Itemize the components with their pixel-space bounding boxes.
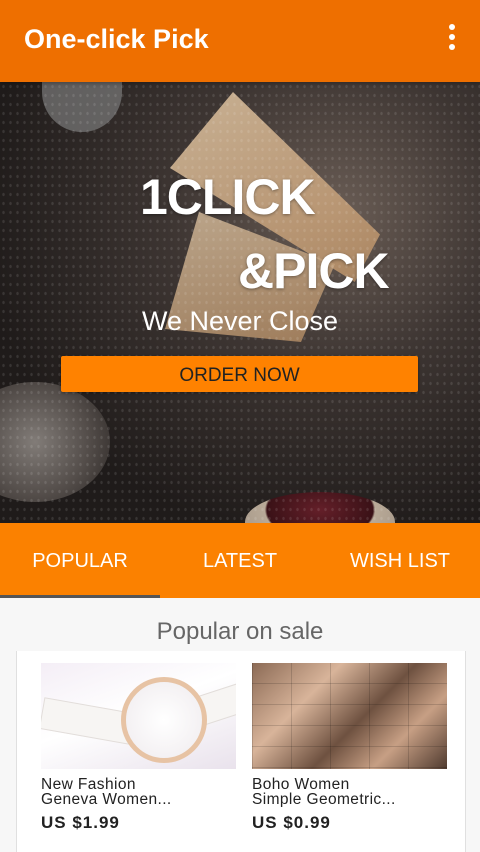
tab-wish-list[interactable]: WISH LIST: [320, 523, 480, 598]
hero-headline-line1: 1CLICK: [140, 169, 316, 225]
product-list: New Fashion Geneva Women... US $1.99 Boh…: [16, 651, 466, 852]
app-title: One-click Pick: [24, 24, 209, 54]
order-now-button[interactable]: ORDER NOW: [61, 356, 418, 392]
tab-indicator: [0, 595, 160, 598]
app-bar: One-click Pick: [0, 0, 480, 82]
product-name: Geneva Women...: [41, 792, 172, 807]
hero-headline-line2: &PICK: [238, 243, 390, 299]
section-title: Popular on sale: [156, 618, 324, 645]
product-name: Simple Geometric...: [252, 792, 396, 807]
tab-popular[interactable]: POPULAR: [0, 523, 160, 598]
product-name: Boho Women: [252, 777, 350, 792]
hero-banner: 1CLICK &PICK We Never Close ORDER NOW: [0, 82, 480, 523]
product-card[interactable]: New Fashion Geneva Women... US $1.99: [41, 663, 236, 833]
product-card[interactable]: Boho Women Simple Geometric... US $0.99: [252, 663, 447, 833]
product-price: US $0.99: [252, 813, 331, 832]
product-name: New Fashion: [41, 777, 136, 792]
sugar-dust-texture: [0, 82, 480, 523]
more-vert-icon[interactable]: [442, 24, 462, 58]
tab-latest[interactable]: LATEST: [160, 523, 320, 598]
jewelry-image: [252, 663, 447, 769]
product-price: US $1.99: [41, 813, 120, 832]
tab-bar: POPULAR LATEST WISH LIST: [0, 523, 480, 598]
hero-tagline: We Never Close: [141, 306, 339, 336]
watch-image: [41, 663, 236, 769]
